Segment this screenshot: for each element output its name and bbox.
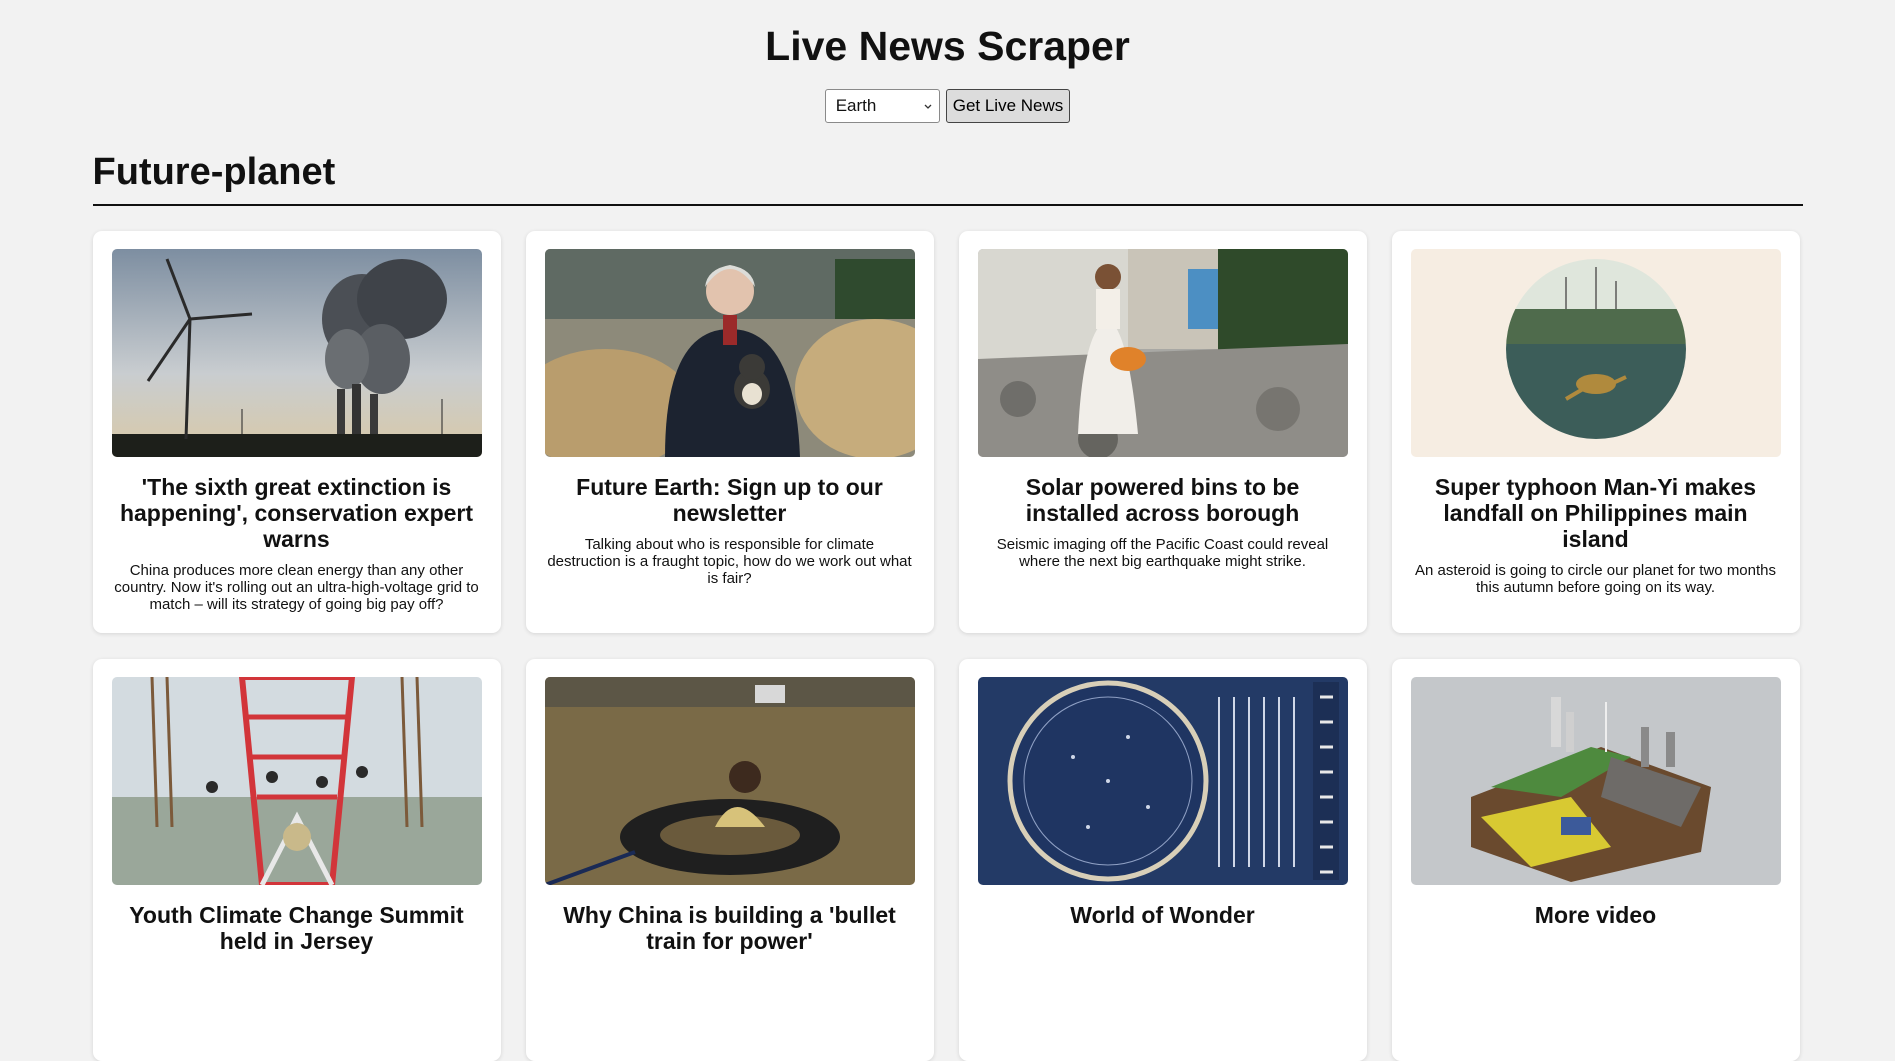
article-card[interactable]: Youth Climate Change Summit held in Jers… [92,659,501,1061]
article-title[interactable]: Solar powered bins to be installed acros… [986,474,1340,526]
chevron-down-icon [924,104,932,109]
article-image-turtle-illustration [1410,249,1781,457]
article-image-diorama [1410,677,1781,885]
article-title[interactable]: Future Earth: Sign up to our newsletter [553,474,907,526]
article-card[interactable]: Why China is building a 'bullet train fo… [525,659,934,1061]
article-image-power-pylon [111,677,482,885]
article-image-star-map [977,677,1348,885]
article-title[interactable]: 'The sixth great extinction is happening… [120,474,474,552]
article-summary: An asteroid is going to circle our plane… [1414,562,1777,596]
article-card[interactable]: More video [1391,659,1800,1061]
article-card[interactable]: World of Wonder [958,659,1367,1061]
article-image-rubble [977,249,1348,457]
article-card[interactable]: Super typhoon Man-Yi makes landfall on P… [1391,231,1800,633]
article-summary: China produces more clean energy than an… [114,562,479,613]
page-title: Live News Scraper [765,23,1130,69]
article-summary: Talking about who is responsible for cli… [547,536,912,587]
article-grid: 'The sixth great extinction is happening… [92,231,1803,1061]
article-summary: Seismic imaging off the Pacific Coast co… [996,536,1329,570]
section-title: Future-planet [92,149,1803,206]
article-title[interactable]: Why China is building a 'bullet train fo… [553,902,907,954]
get-live-news-button[interactable]: Get Live News [945,89,1071,123]
news-section: Future-planet 'The sixth great extinctio… [92,149,1803,1061]
article-title[interactable]: World of Wonder [986,902,1340,928]
article-title[interactable]: Youth Climate Change Summit held in Jers… [120,902,474,954]
controls-bar: Earth Get Live News [0,89,1895,123]
article-card[interactable]: Solar powered bins to be installed acros… [958,231,1367,633]
article-image-portrait [544,249,915,457]
category-select-value: Earth [835,96,877,115]
article-card[interactable]: 'The sixth great extinction is happening… [92,231,501,633]
category-select[interactable]: Earth [824,89,940,123]
article-title[interactable]: More video [1419,902,1773,928]
article-image-wind-turbine [111,249,482,457]
article-card[interactable]: Future Earth: Sign up to our newsletter … [525,231,934,633]
article-image-flood [544,677,915,885]
article-title[interactable]: Super typhoon Man-Yi makes landfall on P… [1419,474,1773,552]
